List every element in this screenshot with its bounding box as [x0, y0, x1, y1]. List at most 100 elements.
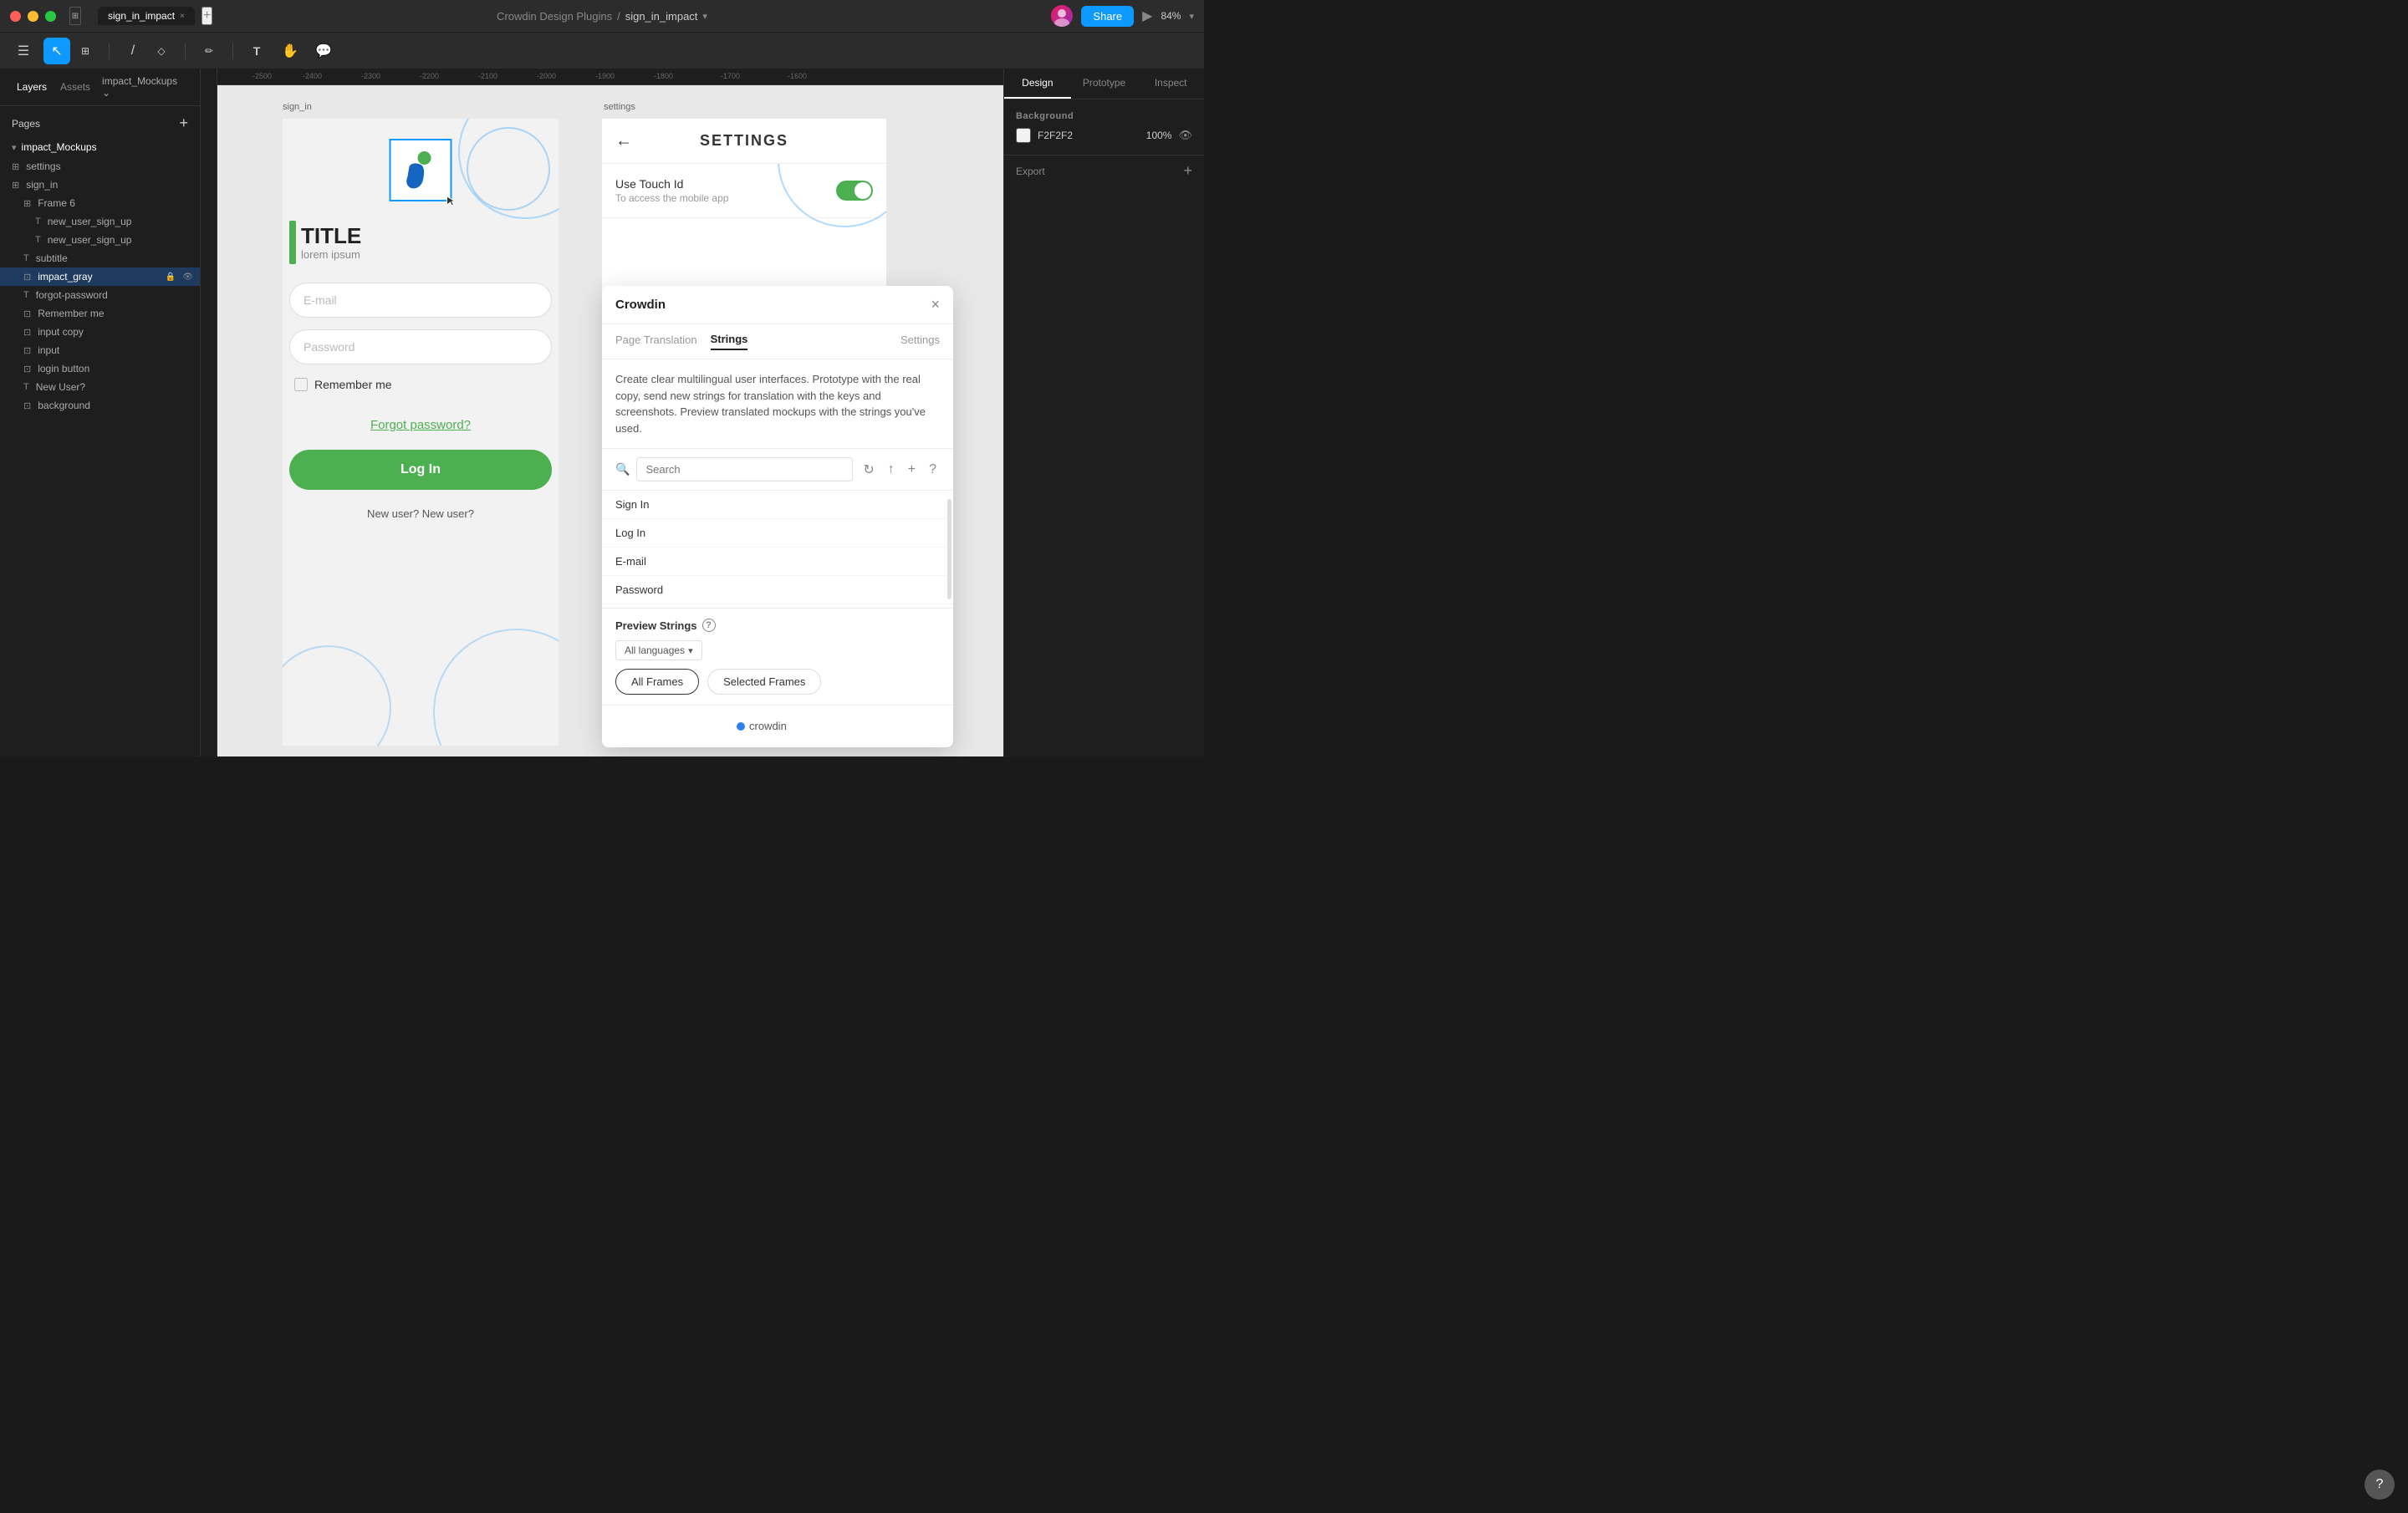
sidebar-tab-assets[interactable]: Assets [54, 78, 97, 96]
add-export-button[interactable]: + [1183, 162, 1192, 180]
select-tool[interactable]: ↖ [43, 38, 70, 64]
string-item-email[interactable]: E-mail [602, 548, 953, 576]
password-field[interactable]: Password [289, 329, 552, 364]
avatar[interactable] [1051, 5, 1073, 27]
login-button[interactable]: Log In [289, 450, 552, 490]
crowdin-logo: crowdin [736, 717, 819, 736]
layer-item-input[interactable]: ⊡ input [0, 341, 200, 359]
tab-design[interactable]: Design [1004, 69, 1071, 99]
remember-me-row[interactable]: Remember me [294, 378, 392, 391]
panel-close-button[interactable]: × [931, 296, 940, 313]
minimize-button[interactable] [28, 11, 38, 22]
signin-frame[interactable]: TITLE lorem ipsum E-mail Password Rememb… [283, 119, 559, 746]
new-user-text: New user? New user? [367, 507, 474, 522]
help-button[interactable]: ? [2365, 1470, 2395, 1500]
layer-label: New User? [36, 381, 85, 393]
string-item-login[interactable]: Log In [602, 519, 953, 548]
all-languages-dropdown[interactable]: All languages ▾ [615, 640, 702, 660]
string-item-signin[interactable]: Sign In [602, 491, 953, 519]
email-field[interactable]: E-mail [289, 283, 552, 318]
layer-item-impact-gray[interactable]: ⊡ impact_gray 🔒 👁 [0, 267, 200, 286]
string-item-password[interactable]: Password [602, 576, 953, 604]
layer-item-remember-me[interactable]: ⊡ Remember me [0, 304, 200, 323]
panel-scrollbar [947, 499, 951, 599]
layer-item-frame6[interactable]: ⊞ Frame 6 [0, 194, 200, 212]
layer-label: input copy [38, 326, 84, 338]
maximize-button[interactable] [45, 11, 56, 22]
pages-icon[interactable]: ⊞ [69, 7, 81, 25]
layer-label: login button [38, 363, 89, 374]
ruler-tick: -2400 [301, 69, 322, 80]
canvas-content[interactable]: sign_in [217, 85, 1003, 756]
canvas-area[interactable]: -2500 -2400 -2300 -2200 -2100 -2000 -190… [201, 69, 1003, 756]
color-hex-value[interactable]: F2F2F2 [1038, 130, 1073, 141]
color-swatch[interactable] [1016, 128, 1031, 143]
zoom-dropdown-icon[interactable]: ▾ [1189, 11, 1194, 22]
ruler-tick: -2300 [360, 69, 380, 80]
layer-item-new-user-2[interactable]: T new_user_sign_up [0, 231, 200, 249]
page-item-impact-mockups[interactable]: ▾ impact_Mockups [0, 137, 200, 157]
layer-item-new-user-1[interactable]: T new_user_sign_up [0, 212, 200, 231]
selected-frames-button[interactable]: Selected Frames [707, 669, 821, 695]
comment-tool[interactable]: 💬 [310, 38, 337, 64]
string-item-remember-me[interactable]: Remember me [602, 604, 953, 608]
forgot-password-link[interactable]: Forgot password? [370, 418, 471, 433]
upload-icon-button[interactable]: ↑ [885, 459, 898, 481]
ruler-tick: -1900 [594, 69, 615, 80]
panel-header: Crowdin × [602, 286, 953, 324]
tab-page-translation[interactable]: Page Translation [615, 334, 697, 349]
layer-item-background[interactable]: ⊡ background [0, 396, 200, 415]
layer-item-forgot-password[interactable]: T forgot-password [0, 286, 200, 304]
layer-item-settings[interactable]: ⊞ settings [0, 157, 200, 176]
all-frames-button[interactable]: All Frames [615, 669, 699, 695]
shape-tool[interactable]: ◇ [148, 38, 175, 64]
hand-tool[interactable]: ✋ [277, 38, 304, 64]
scale-tool[interactable]: ⊞ [72, 38, 99, 64]
active-tab[interactable]: sign_in_impact × [98, 7, 195, 25]
play-button[interactable]: ▶ [1142, 8, 1152, 24]
layer-item-signin[interactable]: ⊞ sign_in [0, 176, 200, 194]
layers-list: ⊞ settings ⊞ sign_in ⊞ Frame 6 T new_use… [0, 157, 200, 756]
layer-item-subtitle[interactable]: T subtitle [0, 249, 200, 267]
string-label: Log In [615, 527, 645, 539]
menu-button[interactable]: ☰ [10, 38, 37, 64]
info-icon[interactable]: ? [702, 619, 716, 632]
add-string-button[interactable]: + [905, 459, 919, 481]
refresh-icon-button[interactable]: ↻ [860, 458, 877, 481]
tab-inspect[interactable]: Inspect [1137, 69, 1204, 99]
shape-tools: / ◇ [120, 38, 175, 64]
layer-item-new-user-text[interactable]: T New User? [0, 378, 200, 396]
eye-icon[interactable]: 👁 [182, 273, 193, 282]
breadcrumb-file: sign_in_impact [625, 10, 698, 23]
settings-header: ← SETTINGS [602, 119, 886, 164]
sidebar-tab-layers[interactable]: Layers [10, 78, 54, 96]
frame-icon: ⊞ [12, 161, 19, 172]
tab-strings[interactable]: Strings [711, 333, 748, 350]
tab-prototype[interactable]: Prototype [1071, 69, 1138, 99]
sidebar-tabs: Layers Assets impact_Mockups ⌄ [0, 69, 200, 106]
touch-id-toggle[interactable] [836, 181, 873, 201]
logo-svg [402, 150, 439, 191]
pen-tool[interactable]: / [120, 38, 146, 64]
color-opacity-value[interactable]: 100% [1146, 130, 1172, 141]
search-input[interactable] [636, 457, 853, 481]
ruler-tick: -1800 [652, 69, 673, 80]
layer-item-login-button[interactable]: ⊡ login button [0, 359, 200, 378]
close-button[interactable] [10, 11, 21, 22]
new-tab-button[interactable]: + [202, 7, 212, 25]
back-arrow-icon[interactable]: ← [615, 131, 634, 150]
touch-id-info: Use Touch Id To access the mobile app [615, 177, 728, 204]
text-tool[interactable]: T [243, 38, 270, 64]
vector-tool[interactable]: ✏ [196, 38, 222, 64]
checkbox[interactable] [294, 378, 308, 391]
tab-close-icon[interactable]: × [180, 12, 185, 21]
tab-settings[interactable]: Settings [900, 334, 940, 349]
visibility-eye-icon[interactable]: 👁 [1178, 129, 1192, 142]
help-icon-button[interactable]: ? [926, 459, 940, 481]
dropdown-arrow-icon[interactable]: ▾ [702, 11, 707, 22]
group-icon: ⊡ [23, 400, 31, 411]
add-page-button[interactable]: + [179, 115, 188, 132]
layer-item-input-copy[interactable]: ⊡ input copy [0, 323, 200, 341]
layer-label: settings [26, 160, 60, 172]
share-button[interactable]: Share [1081, 6, 1134, 27]
